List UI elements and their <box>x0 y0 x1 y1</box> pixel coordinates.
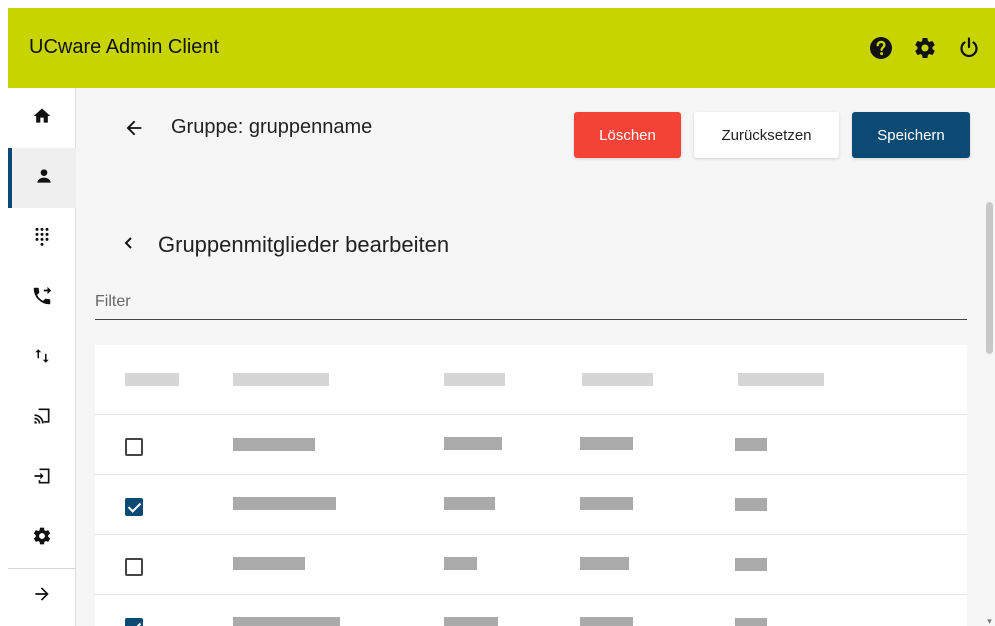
content-scrollbar[interactable]: ▾ <box>984 200 995 626</box>
arrow-left-icon <box>123 117 145 144</box>
cell-placeholder <box>735 498 767 511</box>
table-row[interactable] <box>95 535 967 595</box>
cell-placeholder <box>444 497 495 510</box>
save-button[interactable]: Speichern <box>852 112 970 158</box>
sidebar-item-devices[interactable] <box>8 388 76 448</box>
cell-placeholder <box>580 617 633 626</box>
sidebar-item-dialpad[interactable] <box>8 208 76 268</box>
sidebar-item-provisioning[interactable] <box>8 448 76 508</box>
power-icon[interactable] <box>951 30 987 66</box>
cell-placeholder <box>580 437 633 450</box>
cell-placeholder <box>444 437 502 450</box>
login-icon <box>32 466 52 491</box>
main-content: Gruppe: gruppenname Löschen Zurücksetzen… <box>76 88 995 626</box>
phone-forward-icon <box>31 285 53 312</box>
row-checkbox[interactable] <box>125 618 143 626</box>
swap-vertical-icon <box>33 347 51 370</box>
scroll-down-icon[interactable]: ▾ <box>985 616 994 626</box>
cell-placeholder <box>735 618 767 626</box>
cell-placeholder <box>233 497 336 510</box>
sidebar-item-home[interactable] <box>8 88 76 148</box>
collapse-section-button[interactable] <box>118 233 138 257</box>
table-row[interactable] <box>95 595 967 626</box>
cell-placeholder <box>580 497 633 510</box>
scrollbar-thumb[interactable] <box>986 202 993 354</box>
delete-button[interactable]: Löschen <box>574 112 681 158</box>
cell-placeholder <box>444 617 498 626</box>
section-title: Gruppenmitglieder bearbeiten <box>158 232 450 257</box>
table-header-row <box>95 345 967 415</box>
column-header-placeholder <box>233 373 329 386</box>
table-row[interactable] <box>95 415 967 475</box>
arrow-right-icon <box>32 584 52 609</box>
table-row[interactable] <box>95 475 967 535</box>
column-header-placeholder <box>582 373 653 386</box>
page-title: Gruppe: gruppenname <box>171 116 373 138</box>
row-checkbox[interactable] <box>125 498 143 516</box>
column-header-placeholder <box>444 373 505 386</box>
members-table <box>95 345 967 626</box>
sidebar <box>8 88 76 626</box>
cast-icon <box>32 406 52 431</box>
reset-button[interactable]: Zurücksetzen <box>694 112 839 158</box>
column-header-placeholder <box>738 373 824 386</box>
cell-placeholder <box>735 438 767 451</box>
back-button[interactable] <box>121 117 147 143</box>
sidebar-item-users[interactable] <box>8 148 76 208</box>
cell-placeholder <box>735 558 767 571</box>
sidebar-item-sorting[interactable] <box>8 328 76 388</box>
chevron-left-icon <box>121 235 135 256</box>
row-checkbox[interactable] <box>125 558 143 576</box>
settings-icon[interactable] <box>907 30 943 66</box>
sidebar-item-settings[interactable] <box>8 508 76 568</box>
settings-icon <box>32 526 52 551</box>
cell-placeholder <box>444 557 477 570</box>
cell-placeholder <box>233 617 340 626</box>
help-icon[interactable] <box>863 30 899 66</box>
row-checkbox[interactable] <box>125 438 143 456</box>
filter-field <box>95 286 967 320</box>
home-icon <box>32 106 52 131</box>
top-bar-actions <box>863 30 995 66</box>
sidebar-item-call-forwarding[interactable] <box>8 268 76 328</box>
app-window: UCware Admin Client Gruppe: gruppenname … <box>8 8 995 626</box>
user-icon <box>34 166 54 191</box>
filter-input[interactable] <box>95 286 967 318</box>
dialpad-icon <box>32 226 52 251</box>
sidebar-expand-button[interactable] <box>8 569 76 623</box>
app-title: UCware Admin Client <box>29 36 220 58</box>
top-bar: UCware Admin Client <box>8 8 995 88</box>
cell-placeholder <box>233 557 305 570</box>
cell-placeholder <box>233 438 315 451</box>
cell-placeholder <box>580 557 629 570</box>
column-header-placeholder <box>125 373 179 386</box>
